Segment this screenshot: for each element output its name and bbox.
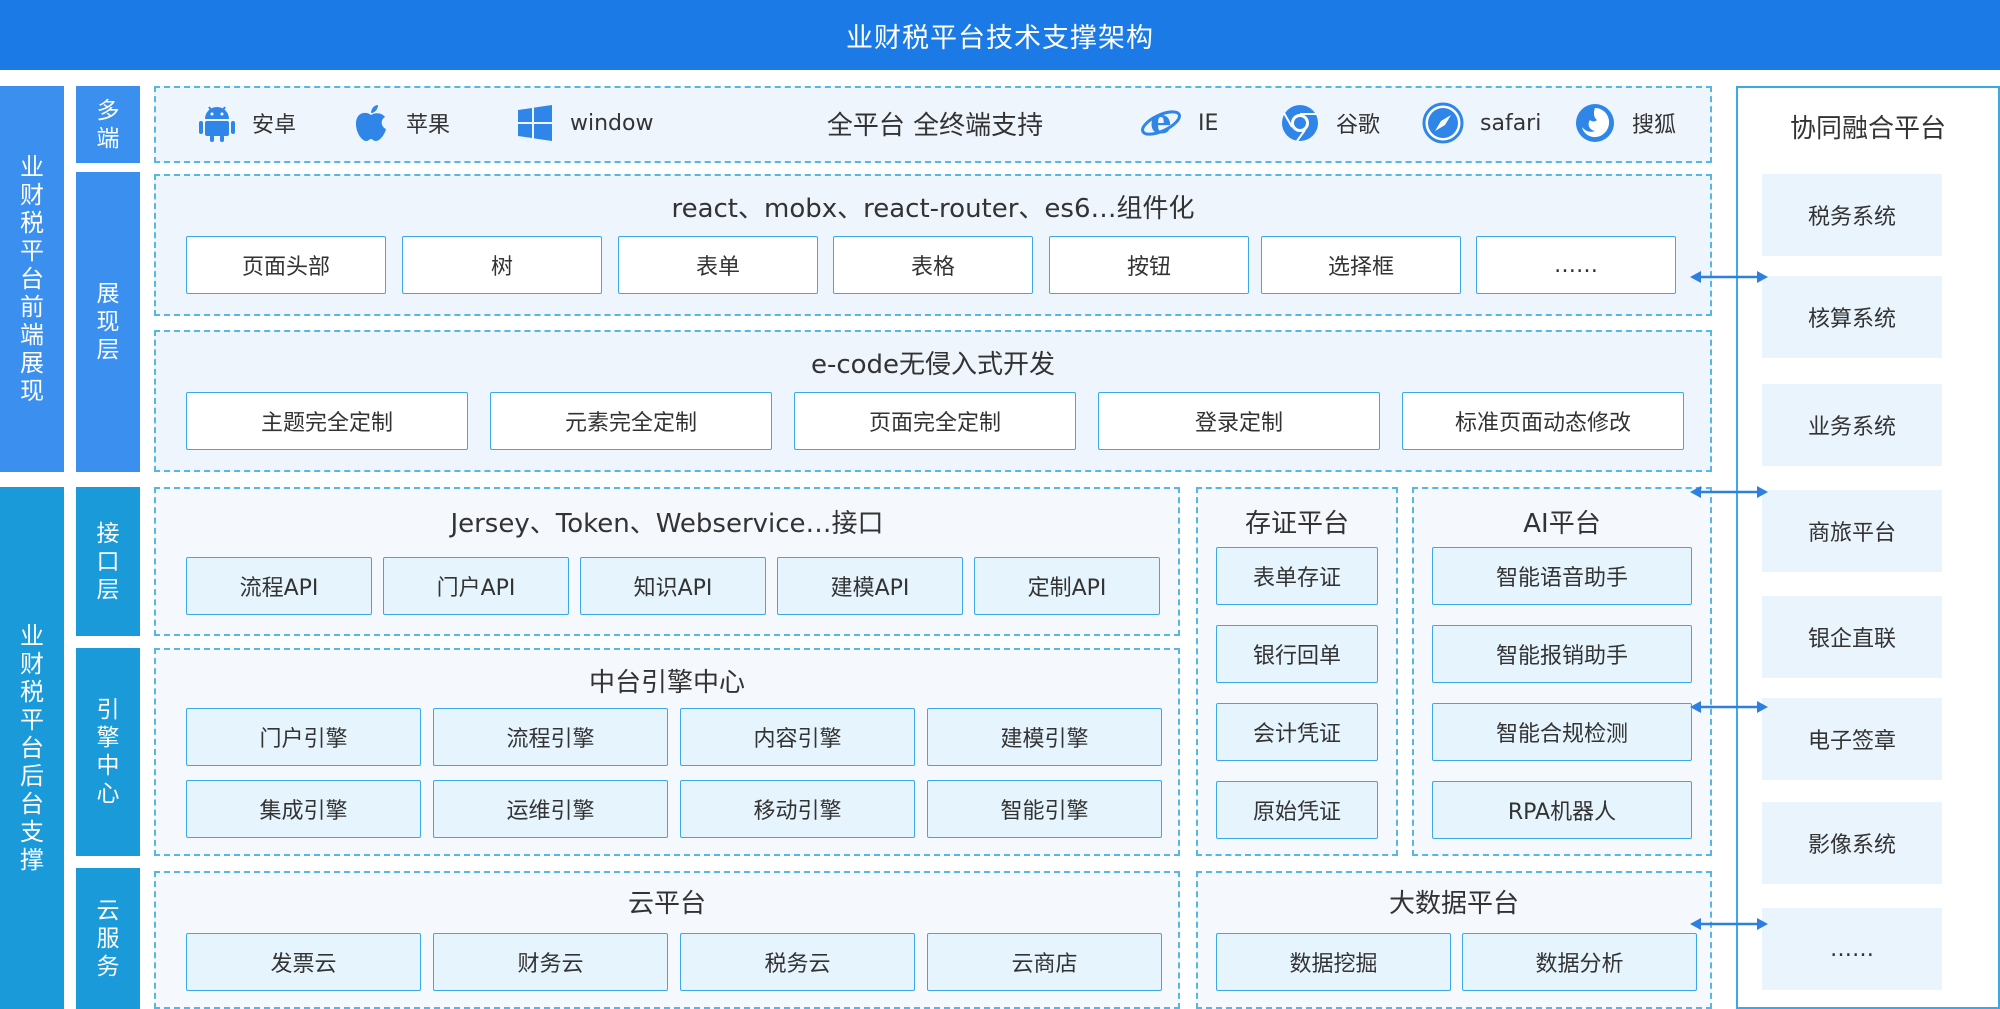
system-box: 业务系统	[1762, 384, 1942, 466]
evidence-panel-title: 存证平台	[1244, 509, 1349, 539]
cloud-box: 税务云	[680, 933, 915, 991]
component-box: 表格	[833, 236, 1033, 294]
engine-box: 运维引擎	[433, 780, 668, 838]
react-panel-title: react、mobx、react-router、es6…组件化	[671, 194, 1195, 224]
platform-chrome: 谷歌	[1280, 100, 1380, 146]
engine-panel-title: 中台引擎中心	[588, 668, 745, 698]
engine-box: 集成引擎	[186, 780, 421, 838]
ecode-box: 标准页面动态修改	[1402, 392, 1684, 450]
ai-box: 智能语音助手	[1432, 547, 1692, 605]
cloud-panel: 云平台 发票云 财务云 税务云 云商店	[154, 871, 1180, 1009]
engine-panel: 中台引擎中心 门户引擎 流程引擎 内容引擎 建模引擎 集成引擎 运维引擎 移动引…	[154, 648, 1180, 856]
platform-ie: e IE	[1140, 100, 1218, 146]
evidence-panel: 存证平台 表单存证 银行回单 会计凭证 原始凭证	[1196, 487, 1398, 856]
android-icon	[199, 106, 235, 142]
ai-panel-title: AI平台	[1523, 509, 1601, 539]
bidirectional-arrow-icon	[1690, 918, 1768, 930]
layer-tag-cloud: 云服务	[76, 868, 140, 1009]
collaboration-panel: 协同融合平台 税务系统 核算系统 业务系统 商旅平台 银企直联 电子签章 影像系…	[1736, 86, 2000, 1009]
page-title: 业财税平台技术支撑架构	[0, 0, 2000, 70]
component-box: 选择框	[1261, 236, 1461, 294]
system-box: 银企直联	[1762, 596, 1942, 678]
engine-box: 智能引擎	[927, 780, 1162, 838]
system-box: ……	[1762, 908, 1942, 990]
ecode-box: 主题完全定制	[186, 392, 468, 450]
system-box: 税务系统	[1762, 174, 1942, 256]
bigdata-box: 数据分析	[1462, 933, 1697, 991]
bigdata-box: 数据挖掘	[1216, 933, 1451, 991]
react-panel: react、mobx、react-router、es6…组件化 页面头部 树 表…	[154, 174, 1712, 316]
ie-icon: e	[1141, 102, 1181, 142]
evidence-box: 银行回单	[1216, 625, 1378, 683]
chrome-icon	[1282, 105, 1318, 142]
engine-box: 门户引擎	[186, 708, 421, 766]
api-box: 知识API	[580, 557, 766, 615]
engine-box: 流程引擎	[433, 708, 668, 766]
component-box: 页面头部	[186, 236, 386, 294]
layer-tag-presentation: 展现层	[76, 172, 140, 472]
api-box: 流程API	[186, 557, 372, 615]
ecode-box: 登录定制	[1098, 392, 1380, 450]
system-box: 电子签章	[1762, 698, 1942, 780]
component-box: ……	[1476, 236, 1676, 294]
api-box: 定制API	[974, 557, 1160, 615]
ai-box: 智能合规检测	[1432, 703, 1692, 761]
engine-box: 内容引擎	[680, 708, 915, 766]
layer-tag-multi: 多端	[76, 86, 140, 163]
ecode-box: 页面完全定制	[794, 392, 1076, 450]
ecode-box: 元素完全定制	[490, 392, 772, 450]
interface-panel-title: Jersey、Token、Webservice…接口	[450, 509, 884, 539]
platform-firefox: 搜狐	[1574, 100, 1676, 146]
system-box: 核算系统	[1762, 276, 1942, 358]
layer-tag-interface: 接口层	[76, 487, 140, 636]
engine-box: 建模引擎	[927, 708, 1162, 766]
interface-panel: Jersey、Token、Webservice…接口 流程API 门户API 知…	[154, 487, 1180, 636]
api-box: 门户API	[383, 557, 569, 615]
firefox-icon	[1576, 104, 1614, 142]
api-box: 建模API	[777, 557, 963, 615]
bigdata-panel: 大数据平台 数据挖掘 数据分析	[1196, 871, 1712, 1009]
front-side-label: 业财税平台前端展现	[0, 86, 64, 472]
component-box: 按钮	[1049, 236, 1249, 294]
platform-center-text: 全平台 全终端支持	[826, 110, 1044, 141]
cloud-box: 财务云	[433, 933, 668, 991]
svg-text:e: e	[1150, 102, 1172, 142]
system-box: 影像系统	[1762, 802, 1942, 884]
platform-windows: window	[516, 100, 653, 146]
evidence-box: 会计凭证	[1216, 703, 1378, 761]
bigdata-panel-title: 大数据平台	[1388, 889, 1519, 919]
system-box: 商旅平台	[1762, 490, 1942, 572]
ai-box: RPA机器人	[1432, 781, 1692, 839]
apple-icon	[356, 105, 386, 141]
ai-box: 智能报销助手	[1432, 625, 1692, 683]
platform-apple: 苹果	[352, 100, 450, 146]
engine-box: 移动引擎	[680, 780, 915, 838]
bidirectional-arrow-icon	[1690, 486, 1768, 498]
ecode-panel-title: e-code无侵入式开发	[810, 350, 1056, 380]
platform-android: 安卓	[198, 100, 296, 146]
platform-safari: safari	[1422, 100, 1541, 146]
cloud-box: 云商店	[927, 933, 1162, 991]
collaboration-panel-title: 协同融合平台	[1789, 114, 1946, 144]
windows-icon	[518, 105, 552, 141]
component-box: 表单	[618, 236, 818, 294]
back-side-label: 业财税平台后台支撑	[0, 487, 64, 1009]
component-box: 树	[402, 236, 602, 294]
cloud-panel-title: 云平台	[627, 889, 706, 919]
ecode-panel: e-code无侵入式开发 主题完全定制 元素完全定制 页面完全定制 登录定制 标…	[154, 330, 1712, 472]
cloud-box: 发票云	[186, 933, 421, 991]
bidirectional-arrow-icon	[1690, 701, 1768, 713]
safari-icon	[1422, 102, 1464, 144]
evidence-box: 表单存证	[1216, 547, 1378, 605]
ai-panel: AI平台 智能语音助手 智能报销助手 智能合规检测 RPA机器人	[1412, 487, 1712, 856]
evidence-box: 原始凭证	[1216, 781, 1378, 839]
bidirectional-arrow-icon	[1690, 271, 1768, 283]
layer-tag-engine: 引擎中心	[76, 648, 140, 856]
